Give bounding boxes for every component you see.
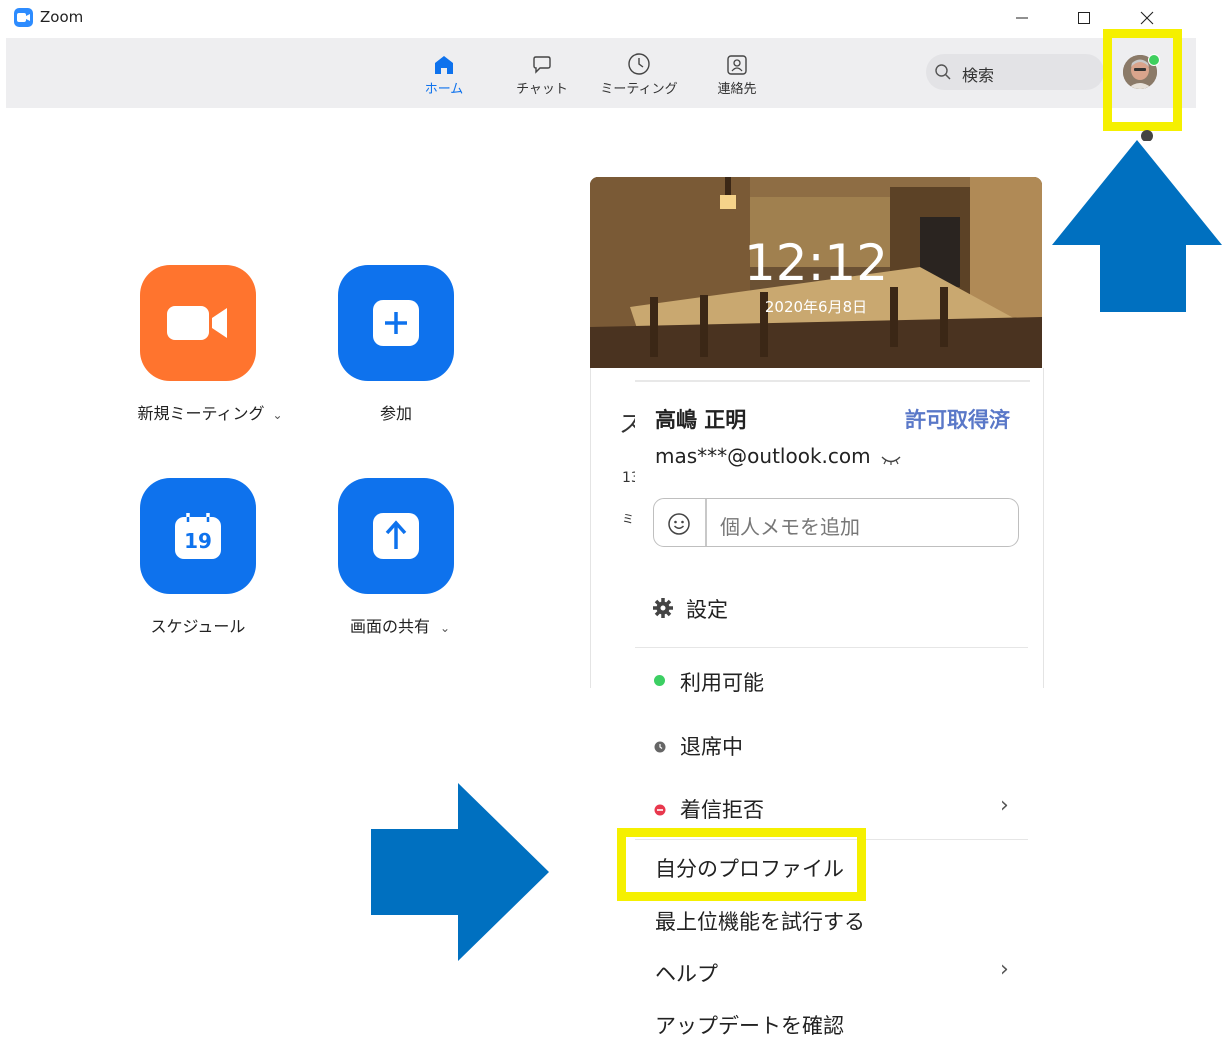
maximize-button[interactable] xyxy=(1064,4,1104,32)
new-meeting-button[interactable] xyxy=(140,265,256,381)
blue-right-arrow-annotation xyxy=(371,783,549,965)
settings-gear-icon[interactable] xyxy=(1136,125,1158,142)
menu-top-border xyxy=(635,380,1030,382)
tab-chat-label: チャット xyxy=(516,82,568,97)
highlight-box-avatar xyxy=(1103,29,1182,131)
menu-item-try-top-features[interactable]: 最上位機能を試行する xyxy=(655,906,865,936)
clock-time: 12:12 xyxy=(743,234,889,292)
schedule-label: スケジュール xyxy=(150,617,246,636)
search-icon xyxy=(934,63,952,85)
menu-item-away[interactable]: 退席中 xyxy=(680,731,743,761)
profile-dropdown-menu xyxy=(635,380,1030,1040)
search-box[interactable] xyxy=(926,54,1104,90)
blue-up-arrow-annotation xyxy=(1052,140,1222,316)
status-available-dot xyxy=(654,675,665,686)
menu-item-do-not-disturb[interactable]: 着信拒否 xyxy=(680,794,764,824)
home-icon xyxy=(399,50,489,76)
search-label: 検索 xyxy=(962,66,995,85)
menu-item-available[interactable]: 利用可能 xyxy=(680,667,764,697)
share-screen-label: 画面の共有 ⌄ xyxy=(349,617,451,636)
contacts-icon xyxy=(692,50,782,76)
menu-item-check-updates[interactable]: アップデートを確認 xyxy=(655,1010,844,1040)
chevron-right-icon: › xyxy=(1000,793,1009,818)
chevron-down-icon[interactable]: ⌄ xyxy=(440,621,450,635)
share-screen-button[interactable] xyxy=(338,478,454,594)
plus-icon xyxy=(373,300,419,346)
join-button[interactable] xyxy=(338,265,454,381)
tab-meetings[interactable]: ミーティング xyxy=(594,50,684,97)
clock-date: 2020年6月8日 xyxy=(764,298,868,316)
tab-home-label: ホーム xyxy=(424,82,464,97)
join-label: 参加 xyxy=(379,404,412,423)
close-button[interactable] xyxy=(1127,4,1167,32)
menu-item-help[interactable]: ヘルプ xyxy=(655,958,718,988)
calendar-icon: 19 xyxy=(173,511,223,561)
memo-divider xyxy=(705,499,707,546)
gear-icon xyxy=(652,597,674,623)
zoom-logo-icon xyxy=(14,8,33,27)
memo-placeholder: 個人メモを追加 xyxy=(720,515,860,539)
license-badge: 許可取得済 xyxy=(905,408,1010,432)
share-up-arrow-icon xyxy=(373,513,419,559)
tab-meetings-label: ミーティング xyxy=(600,82,678,97)
tab-contacts[interactable]: 連絡先 xyxy=(692,50,782,97)
tab-chat[interactable]: チャット xyxy=(497,50,587,97)
chat-icon xyxy=(497,50,587,76)
new-meeting-label: 新規ミーティング ⌄ xyxy=(137,404,283,423)
menu-divider xyxy=(635,647,1028,648)
calendar-day: 19 xyxy=(184,529,212,553)
tab-contacts-label: 連絡先 xyxy=(717,82,757,97)
minimize-button[interactable] xyxy=(1002,4,1042,32)
status-dnd-icon xyxy=(654,801,666,820)
panel-line-partial-2: ミ xyxy=(622,512,635,526)
emoji-smile-icon[interactable] xyxy=(667,512,691,540)
chevron-down-icon[interactable]: ⌄ xyxy=(272,408,282,422)
video-camera-icon xyxy=(167,306,227,340)
profile-email: mas***@outlook.com xyxy=(655,444,871,468)
profile-name: 高嶋 正明 xyxy=(655,408,747,432)
tab-home[interactable]: ホーム xyxy=(399,50,489,97)
highlight-box-my-profile xyxy=(617,828,866,901)
hide-eye-icon[interactable] xyxy=(880,451,902,470)
clock-icon xyxy=(594,50,684,76)
menu-item-settings[interactable]: 設定 xyxy=(686,594,728,624)
window-title: Zoom xyxy=(40,8,84,26)
chevron-right-icon: › xyxy=(1000,957,1009,982)
status-away-clock-icon xyxy=(654,738,666,757)
schedule-button[interactable]: 19 xyxy=(140,478,256,594)
